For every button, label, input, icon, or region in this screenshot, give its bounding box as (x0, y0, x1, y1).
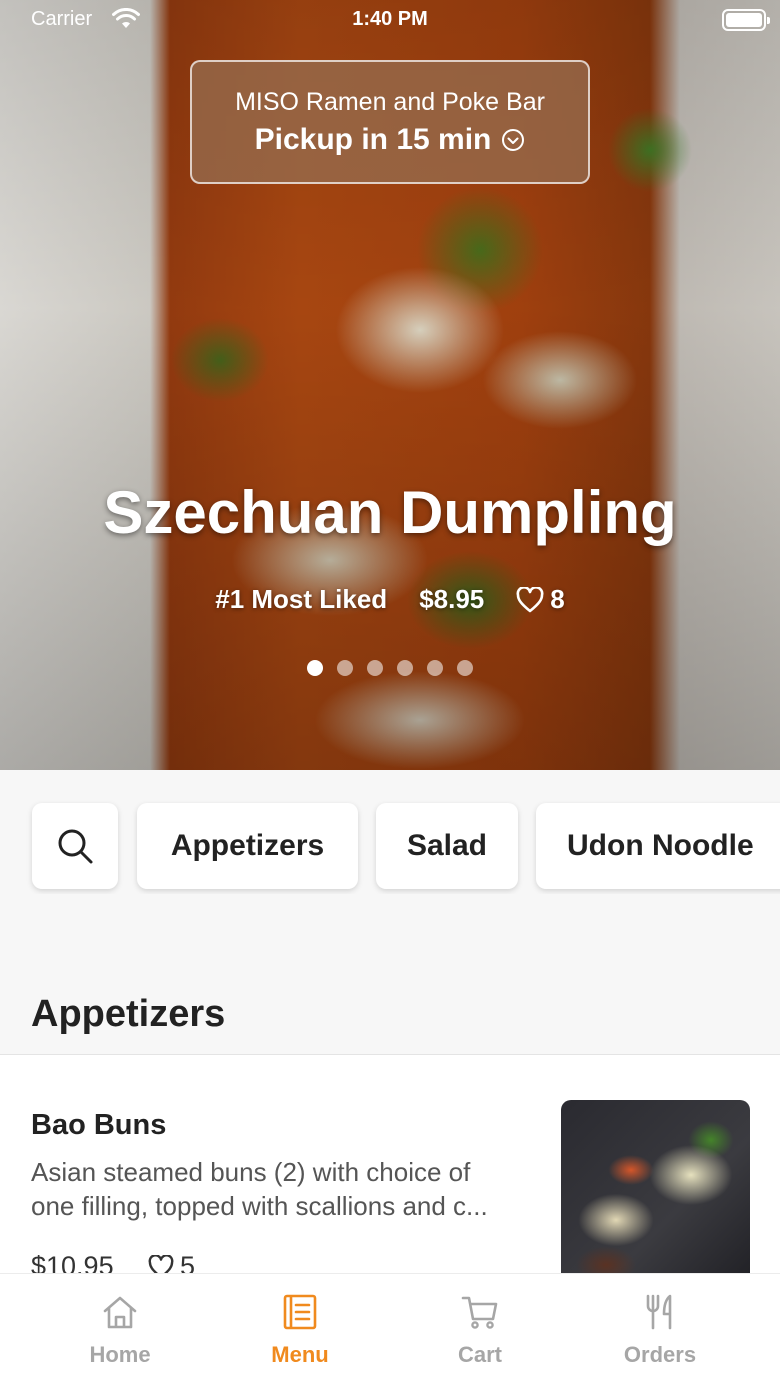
featured-price: $8.95 (419, 584, 485, 614)
featured-carousel[interactable]: Carrier 1:40 PM MISO Ramen and Poke Bar … (0, 0, 780, 770)
category-chips: Appetizers Salad Udon Noodle (0, 800, 780, 894)
tab-home[interactable]: Home (40, 1292, 200, 1368)
heart-icon (148, 1254, 174, 1273)
menu-item-likes[interactable]: 5 (148, 1251, 195, 1273)
pickup-time-label: Pickup in 15 min (254, 123, 492, 156)
featured-likes[interactable]: 8 (516, 584, 565, 615)
tab-menu[interactable]: Menu (220, 1292, 380, 1368)
status-bar: Carrier 1:40 PM (0, 0, 780, 40)
menu-book-icon (283, 1294, 317, 1330)
category-chip-udon-noodle[interactable]: Udon Noodle (536, 803, 780, 889)
tab-cart-label: Cart (457, 1342, 502, 1367)
menu-item-list: Bao Buns Asian steamed buns (2) with cho… (0, 1055, 780, 1273)
home-icon (103, 1296, 137, 1329)
tab-orders-label: Orders (623, 1342, 697, 1367)
menu-item-description-line-2: one filling, topped with scallions and c… (31, 1191, 488, 1221)
menu-item-price: $10.95 (31, 1251, 114, 1273)
tab-orders[interactable]: Orders (580, 1292, 740, 1368)
featured-item-title[interactable]: Szechuan Dumpling (0, 478, 780, 547)
cart-icon (461, 1296, 498, 1329)
carousel-dot[interactable] (397, 660, 413, 676)
category-chip-salad[interactable]: Salad (376, 803, 518, 889)
menu-item-name: Bao Buns (31, 1109, 167, 1141)
battery-icon (722, 9, 770, 31)
pickup-time: Pickup in 15 min (192, 123, 588, 157)
pickup-selector[interactable]: MISO Ramen and Poke Bar Pickup in 15 min (190, 60, 590, 184)
tab-home-label: Home (89, 1342, 151, 1367)
chevron-down-circle-icon (502, 129, 525, 151)
featured-item-meta: #1 Most Liked $8.95 8 (0, 584, 780, 615)
tab-menu-label: Menu (271, 1342, 329, 1367)
carousel-dot[interactable] (307, 660, 323, 676)
tab-bar: Home Menu Cart Orders (0, 1273, 780, 1387)
search-button[interactable] (32, 803, 118, 889)
menu-item-image[interactable] (561, 1100, 750, 1273)
carousel-dot[interactable] (457, 660, 473, 676)
carousel-dot[interactable] (427, 660, 443, 676)
featured-likes-count: 8 (550, 584, 565, 614)
menu-item-likes-count: 5 (180, 1251, 196, 1273)
menu-item-description: Asian steamed buns (2) with choice of on… (31, 1155, 531, 1223)
carousel-dot[interactable] (337, 660, 353, 676)
search-icon (58, 829, 93, 864)
carousel-page-indicator[interactable] (0, 660, 780, 676)
fork-knife-icon (646, 1294, 672, 1330)
menu-item-description-line-1: Asian steamed buns (2) with choice of (31, 1157, 471, 1187)
restaurant-name: MISO Ramen and Poke Bar (235, 88, 545, 116)
featured-rank: #1 Most Liked (215, 584, 388, 614)
category-chip-appetizers[interactable]: Appetizers (137, 803, 358, 889)
heart-icon (516, 586, 544, 612)
carousel-dot[interactable] (367, 660, 383, 676)
clock-time: 1:40 PM (352, 8, 428, 30)
tab-cart[interactable]: Cart (400, 1292, 560, 1368)
section-title: Appetizers (31, 993, 226, 1035)
